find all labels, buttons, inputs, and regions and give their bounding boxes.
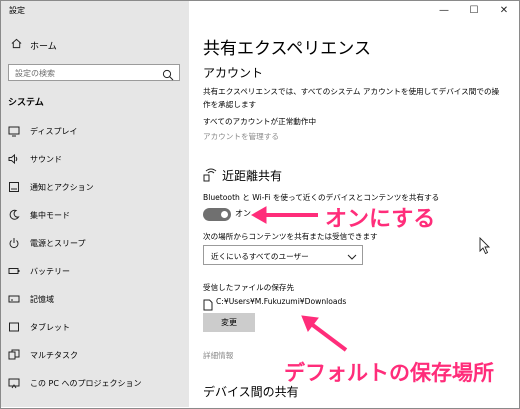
annotation-arrows xyxy=(250,206,348,352)
toggle-annotation: オンにする xyxy=(325,207,436,232)
path-annotation: デフォルトの保存場所 xyxy=(284,361,494,385)
